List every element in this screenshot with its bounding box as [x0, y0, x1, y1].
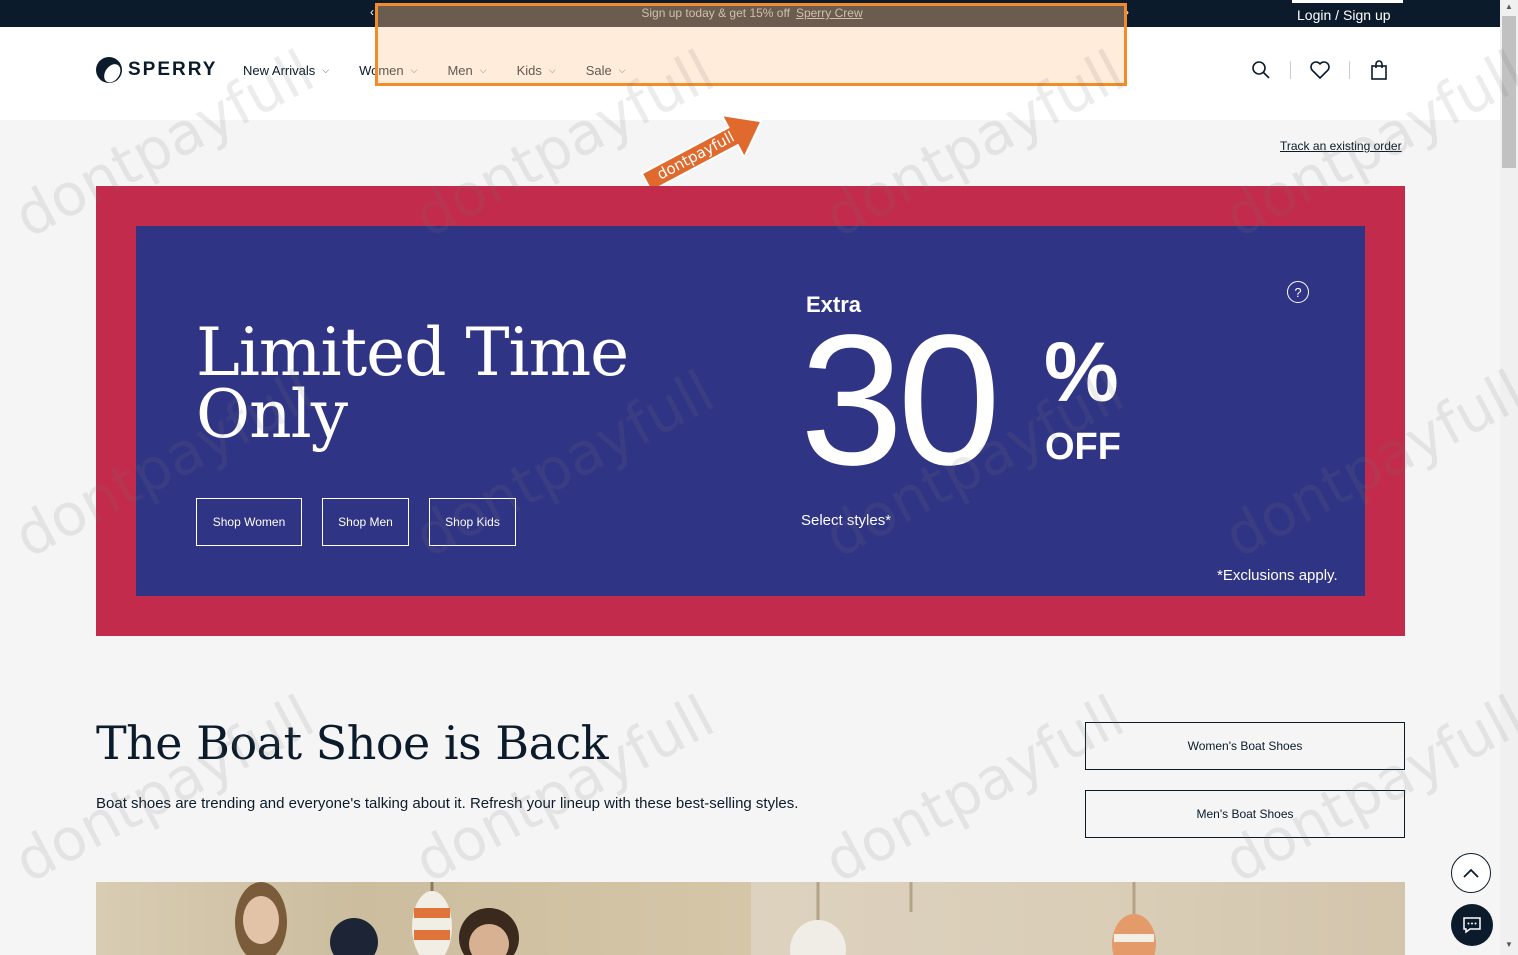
offer-percent: % — [1044, 325, 1119, 419]
chevron-up-icon — [1463, 868, 1479, 878]
help-icon[interactable]: ? — [1287, 281, 1309, 303]
nav-label: New Arrivals — [243, 63, 316, 78]
promo-prev-arrow-icon[interactable]: ‹ — [370, 5, 374, 19]
scroll-up-arrow-icon[interactable]: ▲ — [1505, 2, 1513, 11]
nav-item-sale[interactable]: Sale ⌵ — [586, 63, 626, 78]
divider — [1349, 61, 1350, 79]
promo-next-arrow-icon[interactable]: › — [1125, 5, 1129, 19]
nav-label: Men — [447, 63, 473, 78]
sperry-logo-mark-icon — [96, 57, 122, 83]
promo-message: Sign up today & get 15% off Sperry Crew — [380, 6, 1124, 20]
hero-title: Limited Time Only — [196, 314, 629, 453]
nav-label: Sale — [585, 63, 612, 78]
watermark: dontpayfull — [813, 682, 1135, 896]
offer-number: 30 — [800, 297, 1001, 504]
nav-item-women[interactable]: Women ⌵ — [359, 63, 417, 78]
offer-off: OFF — [1045, 426, 1121, 468]
chevron-down-icon: ⌵ — [548, 65, 556, 75]
shop-kids-button[interactable]: Shop Kids — [429, 498, 516, 546]
main-nav: New Arrivals ⌵ Women ⌵ Men ⌵ Kids ⌵ Sale ⌵ — [243, 63, 656, 78]
chevron-down-icon: ⌵ — [479, 65, 487, 75]
chat-icon — [1463, 917, 1481, 934]
nav-item-men[interactable]: Men ⌵ — [447, 63, 486, 78]
heart-icon[interactable] — [1309, 59, 1331, 81]
login-link[interactable]: Login / — [1297, 7, 1339, 23]
chevron-down-icon: ⌵ — [322, 65, 330, 75]
womens-boat-shoes-button[interactable]: Women's Boat Shoes — [1085, 722, 1405, 770]
hero-panel: Limited Time Only Shop Women Shop Men Sh… — [136, 226, 1365, 596]
sperry-logo[interactable]: SPERRY — [96, 57, 217, 83]
boat-shoe-description: Boat shoes are trending and everyone's t… — [96, 795, 799, 812]
boat-shoe-photo-right[interactable] — [751, 882, 1405, 955]
hero-buttons: Shop Women Shop Men Shop Kids — [196, 498, 536, 546]
logo-wordmark: SPERRY — [128, 59, 218, 80]
chevron-down-icon: ⌵ — [618, 65, 626, 75]
shop-men-button[interactable]: Shop Men — [322, 498, 409, 546]
scrollbar-thumb[interactable] — [1502, 16, 1516, 168]
nav-item-new-arrivals[interactable]: New Arrivals ⌵ — [243, 63, 329, 78]
shop-women-button[interactable]: Shop Women — [196, 498, 302, 546]
page-scrollbar[interactable]: ▲ ▼ — [1500, 0, 1518, 955]
mens-boat-shoes-button[interactable]: Men's Boat Shoes — [1085, 790, 1405, 838]
divider — [1290, 61, 1291, 79]
track-order-link[interactable]: Track an existing order — [1280, 139, 1402, 153]
boat-shoe-photo-left[interactable] — [96, 882, 751, 955]
promo-link[interactable]: Sperry Crew — [796, 6, 863, 20]
scroll-down-arrow-icon[interactable]: ▼ — [1505, 940, 1513, 949]
stamp-text: dontpayfull — [654, 128, 737, 184]
chat-button[interactable] — [1451, 904, 1493, 946]
nav-label: Kids — [516, 63, 542, 78]
account-links: Login / Sign up — [1292, 0, 1403, 27]
offer-select-styles: Select styles* — [801, 512, 892, 529]
hero-title-line-2: Only — [196, 376, 348, 453]
header-actions — [1250, 59, 1390, 81]
watermark: dontpayfull — [403, 682, 725, 896]
promo-text: Sign up today & get 15% off — [641, 6, 790, 20]
hero-title-line-1: Limited Time — [196, 314, 629, 391]
bag-icon[interactable] — [1368, 59, 1390, 81]
signup-link[interactable]: Sign up — [1343, 7, 1390, 23]
search-icon[interactable] — [1250, 59, 1272, 81]
watermark: dontpayfull — [3, 682, 325, 896]
scroll-to-top-button[interactable] — [1451, 853, 1491, 893]
boat-shoe-title: The Boat Shoe is Back — [96, 716, 609, 770]
hero-banner: Limited Time Only Shop Women Shop Men Sh… — [96, 186, 1405, 636]
nav-label: Women — [359, 63, 404, 78]
nav-item-kids[interactable]: Kids ⌵ — [517, 63, 556, 78]
dontpayfull-arrow-stamp: dontpayfull — [628, 102, 778, 198]
chevron-down-icon: ⌵ — [410, 65, 418, 75]
announcement-bar: ‹ Sign up today & get 15% off Sperry Crew… — [0, 0, 1500, 27]
exclusions-note: *Exclusions apply. — [1217, 567, 1338, 584]
